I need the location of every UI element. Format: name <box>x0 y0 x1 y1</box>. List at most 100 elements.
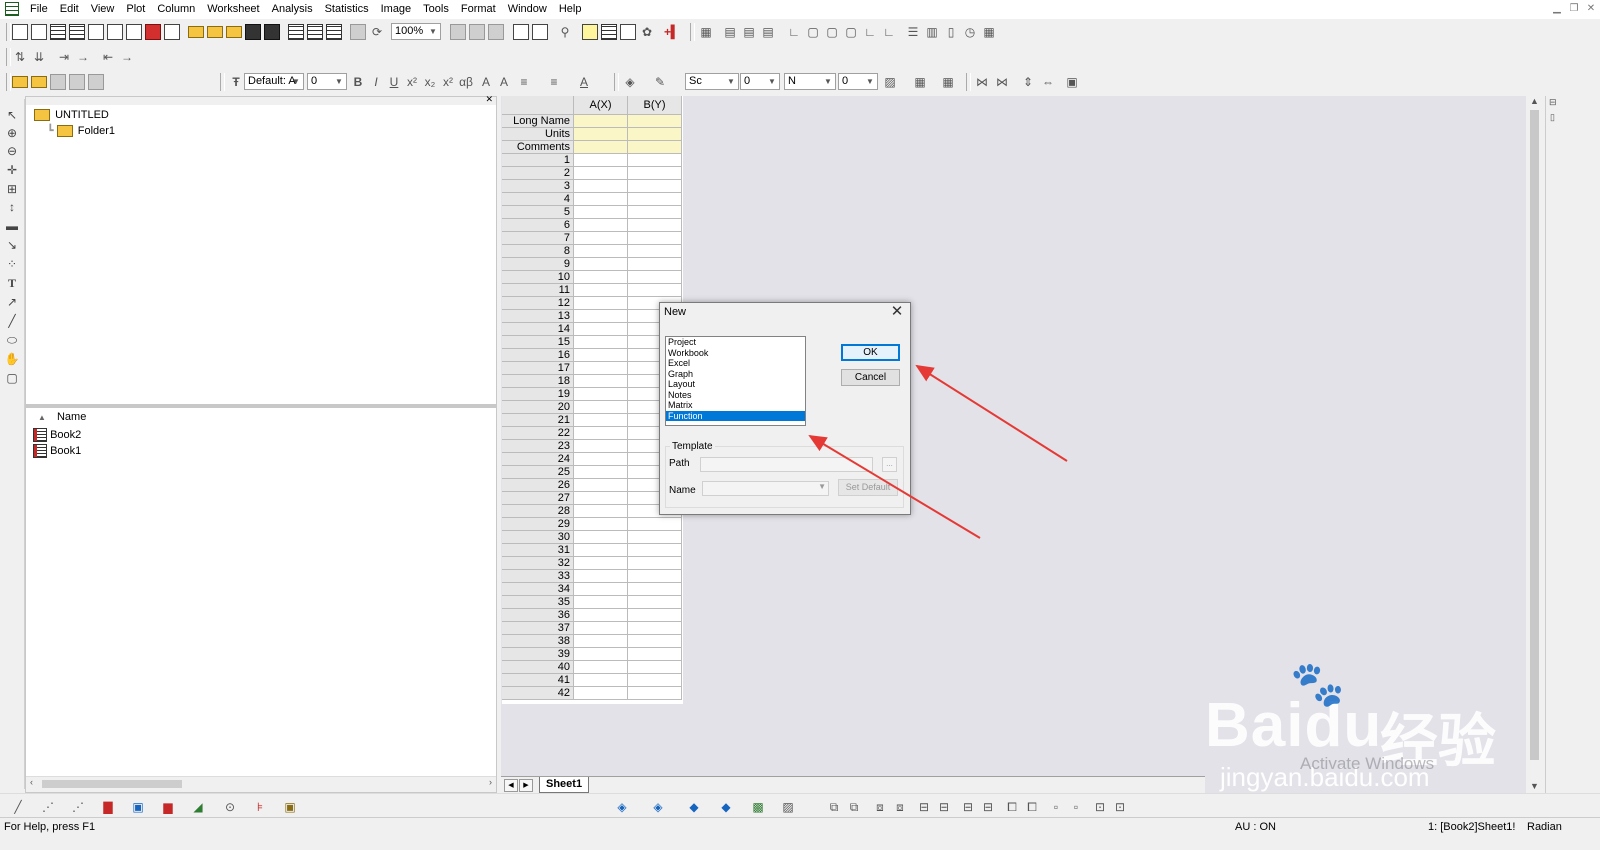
increase-font-icon[interactable]: A <box>478 74 494 90</box>
menu-plot[interactable]: Plot <box>120 0 151 19</box>
horizontal-scrollbar[interactable]: ‹ › <box>26 776 496 792</box>
data-cell[interactable] <box>628 167 682 180</box>
data-cell[interactable] <box>574 583 628 596</box>
stock-plot-icon[interactable]: ⊧ <box>252 799 268 815</box>
layer-tool-2-icon[interactable]: ▤ <box>741 24 757 40</box>
tree-folder[interactable]: ┗ Folder1 <box>47 124 115 138</box>
label-cell[interactable] <box>628 141 682 154</box>
pattern-icon[interactable]: ▨ <box>882 74 898 90</box>
restore-icon[interactable]: ❐ <box>1567 2 1581 16</box>
line-plot-icon[interactable]: ╱ <box>10 799 26 815</box>
print-icon[interactable] <box>450 24 466 40</box>
mask-points-icon[interactable]: ▬ <box>4 218 20 234</box>
data-cell[interactable] <box>574 388 628 401</box>
swap-rows-icon[interactable]: ⇅ <box>12 49 28 65</box>
line-tool-icon[interactable]: ╱ <box>4 313 20 329</box>
duplicate-icon[interactable] <box>350 24 366 40</box>
row-header[interactable]: 27 <box>502 492 574 505</box>
tab-next-icon[interactable]: ▶ <box>519 779 533 792</box>
close-icon[interactable]: ✕ <box>485 94 493 105</box>
menu-window[interactable]: Window <box>502 0 553 19</box>
data-cell[interactable] <box>574 297 628 310</box>
data-cell[interactable] <box>574 232 628 245</box>
data-cell[interactable] <box>574 531 628 544</box>
row-label[interactable]: Comments <box>502 141 574 154</box>
table-icon[interactable]: ▦ <box>981 24 997 40</box>
layer-tool-icon[interactable]: ▤ <box>722 24 738 40</box>
chevron-down-icon[interactable]: ▼ <box>818 482 826 491</box>
data-cell[interactable] <box>628 154 682 167</box>
3d-plot-icon[interactable]: ◈ <box>614 799 630 815</box>
list-header-name[interactable]: ▲ Name <box>38 411 86 423</box>
bar-icon[interactable]: ▯ <box>943 24 959 40</box>
rescale-icon[interactable]: ▥ <box>924 24 940 40</box>
graph-tool-icon[interactable]: ▦ <box>698 24 714 40</box>
row-header[interactable]: 20 <box>502 401 574 414</box>
group-icon[interactable]: ⧠ <box>1004 799 1020 815</box>
decrease-font-icon[interactable]: A <box>496 74 512 90</box>
scroll-left-icon[interactable]: ‹ <box>30 777 33 787</box>
data-cell[interactable] <box>574 154 628 167</box>
name-select[interactable]: ▼ <box>702 481 829 496</box>
new-notes-icon[interactable] <box>164 24 180 40</box>
menu-analysis[interactable]: Analysis <box>266 0 319 19</box>
line-width-combo[interactable]: 0 ▼ <box>740 73 780 90</box>
data-cell[interactable] <box>574 518 628 531</box>
area-plot-icon[interactable]: ◢ <box>190 799 206 815</box>
data-cell[interactable] <box>628 258 682 271</box>
data-cell[interactable] <box>628 635 682 648</box>
data-cell[interactable] <box>574 440 628 453</box>
toolbar-grip[interactable] <box>6 23 11 41</box>
row-header[interactable]: 23 <box>502 440 574 453</box>
column-header[interactable]: B(Y) <box>628 96 682 115</box>
clock-icon[interactable]: ◷ <box>962 24 978 40</box>
row-header[interactable]: 11 <box>502 284 574 297</box>
toolbar-grip[interactable] <box>614 73 619 91</box>
row-header[interactable]: 8 <box>502 245 574 258</box>
label-cell[interactable] <box>628 128 682 141</box>
table-border-icon[interactable]: ▦ <box>940 74 956 90</box>
font-name-combo[interactable]: Default: A ▼ <box>244 73 304 90</box>
row-header[interactable]: 13 <box>502 310 574 323</box>
row-header[interactable]: 18 <box>502 375 574 388</box>
row-header[interactable]: 22 <box>502 427 574 440</box>
back-icon[interactable]: ▫ <box>1068 799 1084 815</box>
align-left-icon[interactable]: ≡ <box>516 74 532 90</box>
row-header[interactable]: 4 <box>502 193 574 206</box>
data-cell[interactable] <box>628 284 682 297</box>
scatter-select-icon[interactable]: ⁘ <box>4 256 20 272</box>
row-header[interactable]: 26 <box>502 479 574 492</box>
data-cell[interactable] <box>574 193 628 206</box>
row-header[interactable]: 39 <box>502 648 574 661</box>
list-item[interactable]: Book2 <box>33 428 81 442</box>
distribute-v-icon[interactable]: ⋈ <box>994 74 1010 90</box>
row-header[interactable]: 25 <box>502 466 574 479</box>
cancel-button[interactable]: Cancel <box>841 369 900 386</box>
row-header[interactable]: 1 <box>502 154 574 167</box>
data-cell[interactable] <box>574 596 628 609</box>
corner-cell[interactable] <box>502 96 574 115</box>
vertical-scrollbar[interactable]: ▲ ▼ <box>1526 96 1543 793</box>
underline-icon[interactable]: U <box>386 74 402 90</box>
3d-color-map-icon[interactable]: ◆ <box>718 799 734 815</box>
chevron-down-icon[interactable]: ▼ <box>864 74 876 89</box>
menu-statistics[interactable]: Statistics <box>319 0 375 19</box>
new-worksheet-icon[interactable] <box>50 24 66 40</box>
path-field[interactable] <box>700 457 873 472</box>
data-cell[interactable] <box>628 596 682 609</box>
align-center-icon[interactable]: ≡ <box>546 74 562 90</box>
row-header[interactable]: 37 <box>502 622 574 635</box>
data-cell[interactable] <box>574 245 628 258</box>
row-header[interactable]: 15 <box>502 336 574 349</box>
axis-b-icon[interactable]: ▢ <box>824 24 840 40</box>
list-item-graph[interactable]: Graph <box>666 369 805 380</box>
results-log-icon[interactable] <box>532 24 548 40</box>
ungroup-icon[interactable]: ⧠ <box>1024 799 1040 815</box>
row-header[interactable]: 21 <box>502 414 574 427</box>
new-layout-icon[interactable] <box>145 24 161 40</box>
chevron-down-icon[interactable]: ▼ <box>427 24 439 39</box>
scroll-right-icon[interactable]: › <box>489 777 492 787</box>
chevron-down-icon[interactable]: ▼ <box>766 74 778 89</box>
data-cell[interactable] <box>574 479 628 492</box>
data-cell[interactable] <box>574 375 628 388</box>
